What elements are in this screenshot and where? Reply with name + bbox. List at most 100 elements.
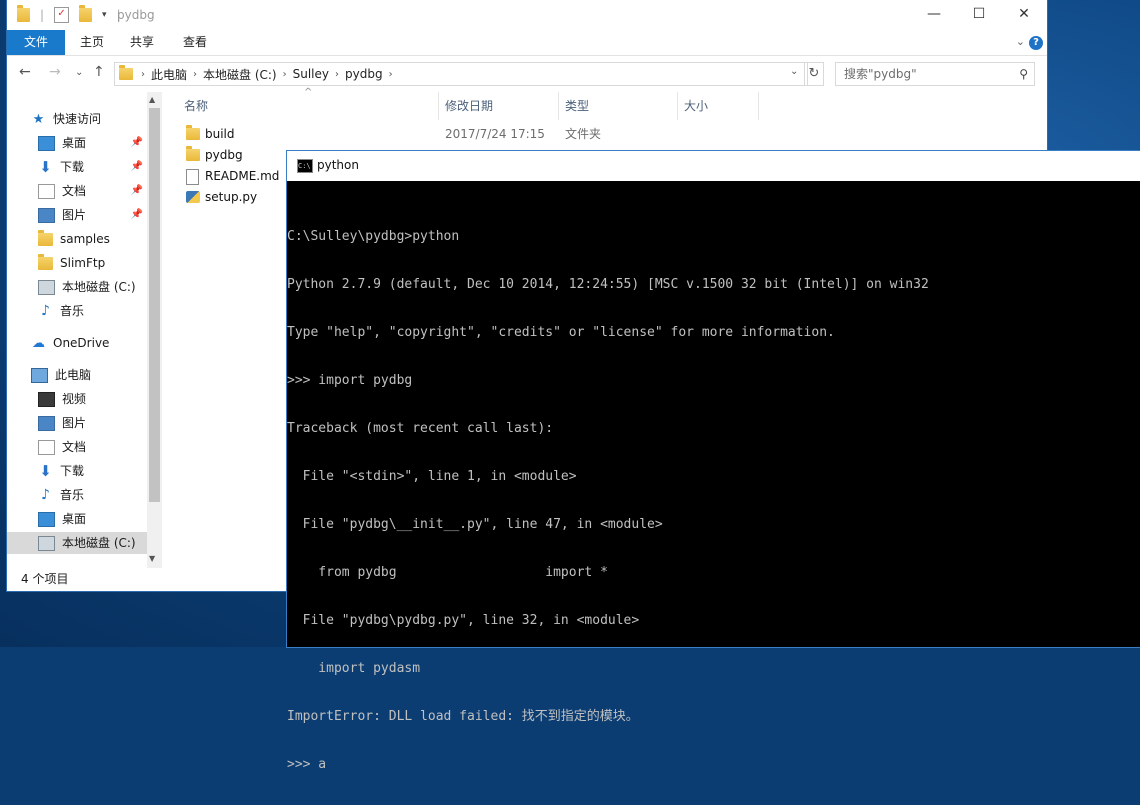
console-output[interactable]: C:\Sulley\pydbg>python Python 2.7.9 (def…	[287, 197, 1140, 805]
customize-dropdown-icon[interactable]: ▾	[102, 10, 107, 20]
sidebar-item-label: 文档	[62, 440, 87, 454]
sidebar-item-local-disk-pc[interactable]: 本地磁盘 (C:)	[7, 532, 147, 554]
sidebar-item-music-pc[interactable]: ♪ 音乐	[7, 484, 147, 506]
python-console-window[interactable]: C:\ python C:\Sulley\pydbg>python Python…	[287, 151, 1140, 772]
breadcrumb-pydbg[interactable]: pydbg	[345, 67, 383, 81]
sidebar-item-label: 下载	[60, 160, 85, 174]
tab-view[interactable]: 查看	[168, 30, 222, 55]
folder-icon[interactable]	[17, 5, 30, 22]
sidebar-item-pictures[interactable]: 图片 📌	[7, 204, 147, 226]
refresh-button[interactable]: ↻	[804, 62, 824, 86]
console-title: python	[317, 158, 359, 172]
column-divider[interactable]	[438, 92, 439, 120]
sidebar-item-label: 视频	[62, 392, 87, 406]
tab-home[interactable]: 主页	[65, 30, 119, 55]
folder-icon	[38, 229, 53, 246]
address-dropdown-icon[interactable]: ⌄	[790, 66, 798, 77]
forward-button[interactable]: →	[49, 64, 61, 80]
address-bar-row: ← → ⌄ ↑ › 此电脑 › 本地磁盘 (C:) › Sulley › pyd…	[7, 60, 1047, 88]
sidebar-item-documents-pc[interactable]: 文档	[7, 436, 147, 458]
pin-icon[interactable]: 📌	[131, 132, 143, 154]
back-button[interactable]: ←	[19, 64, 31, 80]
sidebar-item-downloads-pc[interactable]: ⬇ 下载	[7, 460, 147, 482]
sidebar-item-documents[interactable]: 文档 📌	[7, 180, 147, 202]
sidebar-item-onedrive[interactable]: ☁ OneDrive	[7, 332, 147, 354]
pin-icon[interactable]: 📌	[131, 156, 143, 178]
console-line: ImportError: DLL load failed: 找不到指定的模块。	[287, 709, 639, 724]
download-icon: ⬇	[39, 157, 52, 176]
breadcrumb-drive[interactable]: 本地磁盘 (C:)	[203, 66, 277, 83]
column-divider[interactable]	[758, 92, 759, 120]
sidebar-item-downloads[interactable]: ⬇ 下载 📌	[7, 156, 147, 178]
up-button[interactable]: ↑	[93, 64, 105, 80]
maximize-button[interactable]: ☐	[956, 0, 1002, 30]
sidebar-item-slimftp[interactable]: SlimFtp	[7, 252, 147, 274]
sidebar-item-label: 快速访问	[53, 112, 102, 126]
scroll-up-icon[interactable]: ▲	[149, 95, 155, 104]
file-name: pydbg	[205, 148, 243, 162]
minimize-button[interactable]: —	[911, 0, 957, 30]
column-header-type[interactable]: 类型	[565, 97, 589, 114]
console-line: >>> import pydbg	[287, 373, 413, 388]
chevron-right-icon[interactable]: ›	[335, 69, 339, 80]
column-divider[interactable]	[558, 92, 559, 120]
chevron-right-icon[interactable]: ›	[141, 69, 145, 80]
file-name: README.md	[205, 169, 280, 183]
pin-icon[interactable]: 📌	[131, 204, 143, 226]
column-divider[interactable]	[677, 92, 678, 120]
breadcrumb-this-pc[interactable]: 此电脑	[151, 66, 187, 83]
sidebar-item-music[interactable]: ♪ 音乐	[7, 300, 147, 322]
address-field[interactable]: › 此电脑 › 本地磁盘 (C:) › Sulley › pydbg ›	[114, 62, 808, 86]
sidebar-item-local-disk[interactable]: 本地磁盘 (C:)	[7, 276, 147, 298]
column-header-name[interactable]: 名称	[184, 97, 208, 114]
sidebar-item-videos[interactable]: 视频	[7, 388, 147, 410]
search-icon[interactable]: ⚲	[1019, 63, 1028, 85]
console-titlebar[interactable]: C:\ python	[287, 151, 1140, 181]
star-icon: ★	[32, 111, 45, 127]
console-prompt-line[interactable]: >>> a	[287, 757, 1140, 773]
download-icon: ⬇	[39, 461, 52, 480]
sidebar-item-label: 图片	[62, 208, 87, 222]
file-row-build[interactable]: build 2017/7/24 17:15 文件夹	[177, 124, 1037, 145]
sidebar-item-label: 音乐	[60, 304, 85, 318]
file-type: 文件夹	[565, 127, 602, 141]
navigation-scrollbar[interactable]: ▲ ▼	[147, 92, 162, 568]
sidebar-item-this-pc[interactable]: 此电脑	[7, 364, 147, 386]
python-file-icon	[186, 191, 200, 203]
expand-ribbon-icon[interactable]: ⌄	[1016, 35, 1025, 48]
chevron-right-icon[interactable]: ›	[389, 69, 393, 80]
column-header-size[interactable]: 大小	[684, 97, 708, 114]
console-line: C:\Sulley\pydbg>python	[287, 229, 460, 244]
close-button[interactable]: ✕	[1001, 0, 1047, 30]
music-icon: ♪	[41, 302, 50, 319]
chevron-right-icon[interactable]: ›	[283, 69, 287, 80]
breadcrumb-sulley[interactable]: Sulley	[293, 67, 329, 81]
recent-locations-icon[interactable]: ⌄	[75, 67, 83, 78]
document-icon	[38, 439, 55, 455]
console-icon[interactable]: C:\	[297, 159, 313, 173]
item-count: 4 个项目	[21, 572, 69, 586]
sidebar-item-desktop[interactable]: 桌面 📌	[7, 132, 147, 154]
folder-icon	[186, 125, 200, 140]
sidebar-item-pictures-pc[interactable]: 图片	[7, 412, 147, 434]
file-date: 2017/7/24 17:15	[445, 127, 545, 141]
video-icon	[38, 391, 55, 407]
pin-icon[interactable]: 📌	[131, 180, 143, 202]
file-name: build	[205, 127, 235, 141]
desktop-icon	[38, 511, 55, 527]
properties-icon[interactable]: ✓	[54, 7, 70, 23]
scroll-down-icon[interactable]: ▼	[149, 554, 155, 563]
new-folder-icon[interactable]	[79, 5, 93, 22]
sidebar-item-label: 图片	[62, 416, 87, 430]
tab-file[interactable]: 文件	[7, 30, 65, 55]
onedrive-icon: ☁	[32, 335, 45, 351]
help-icon[interactable]: ?	[1029, 36, 1043, 50]
sidebar-item-samples[interactable]: samples	[7, 228, 147, 250]
sidebar-item-label: 桌面	[62, 136, 87, 150]
scrollbar-thumb[interactable]	[149, 108, 160, 502]
tab-share[interactable]: 共享	[115, 30, 169, 55]
column-header-date[interactable]: 修改日期	[445, 97, 493, 114]
search-input[interactable]: 搜索"pydbg" ⚲	[835, 62, 1035, 86]
sidebar-item-desktop-pc[interactable]: 桌面	[7, 508, 147, 530]
chevron-right-icon[interactable]: ›	[193, 69, 197, 80]
